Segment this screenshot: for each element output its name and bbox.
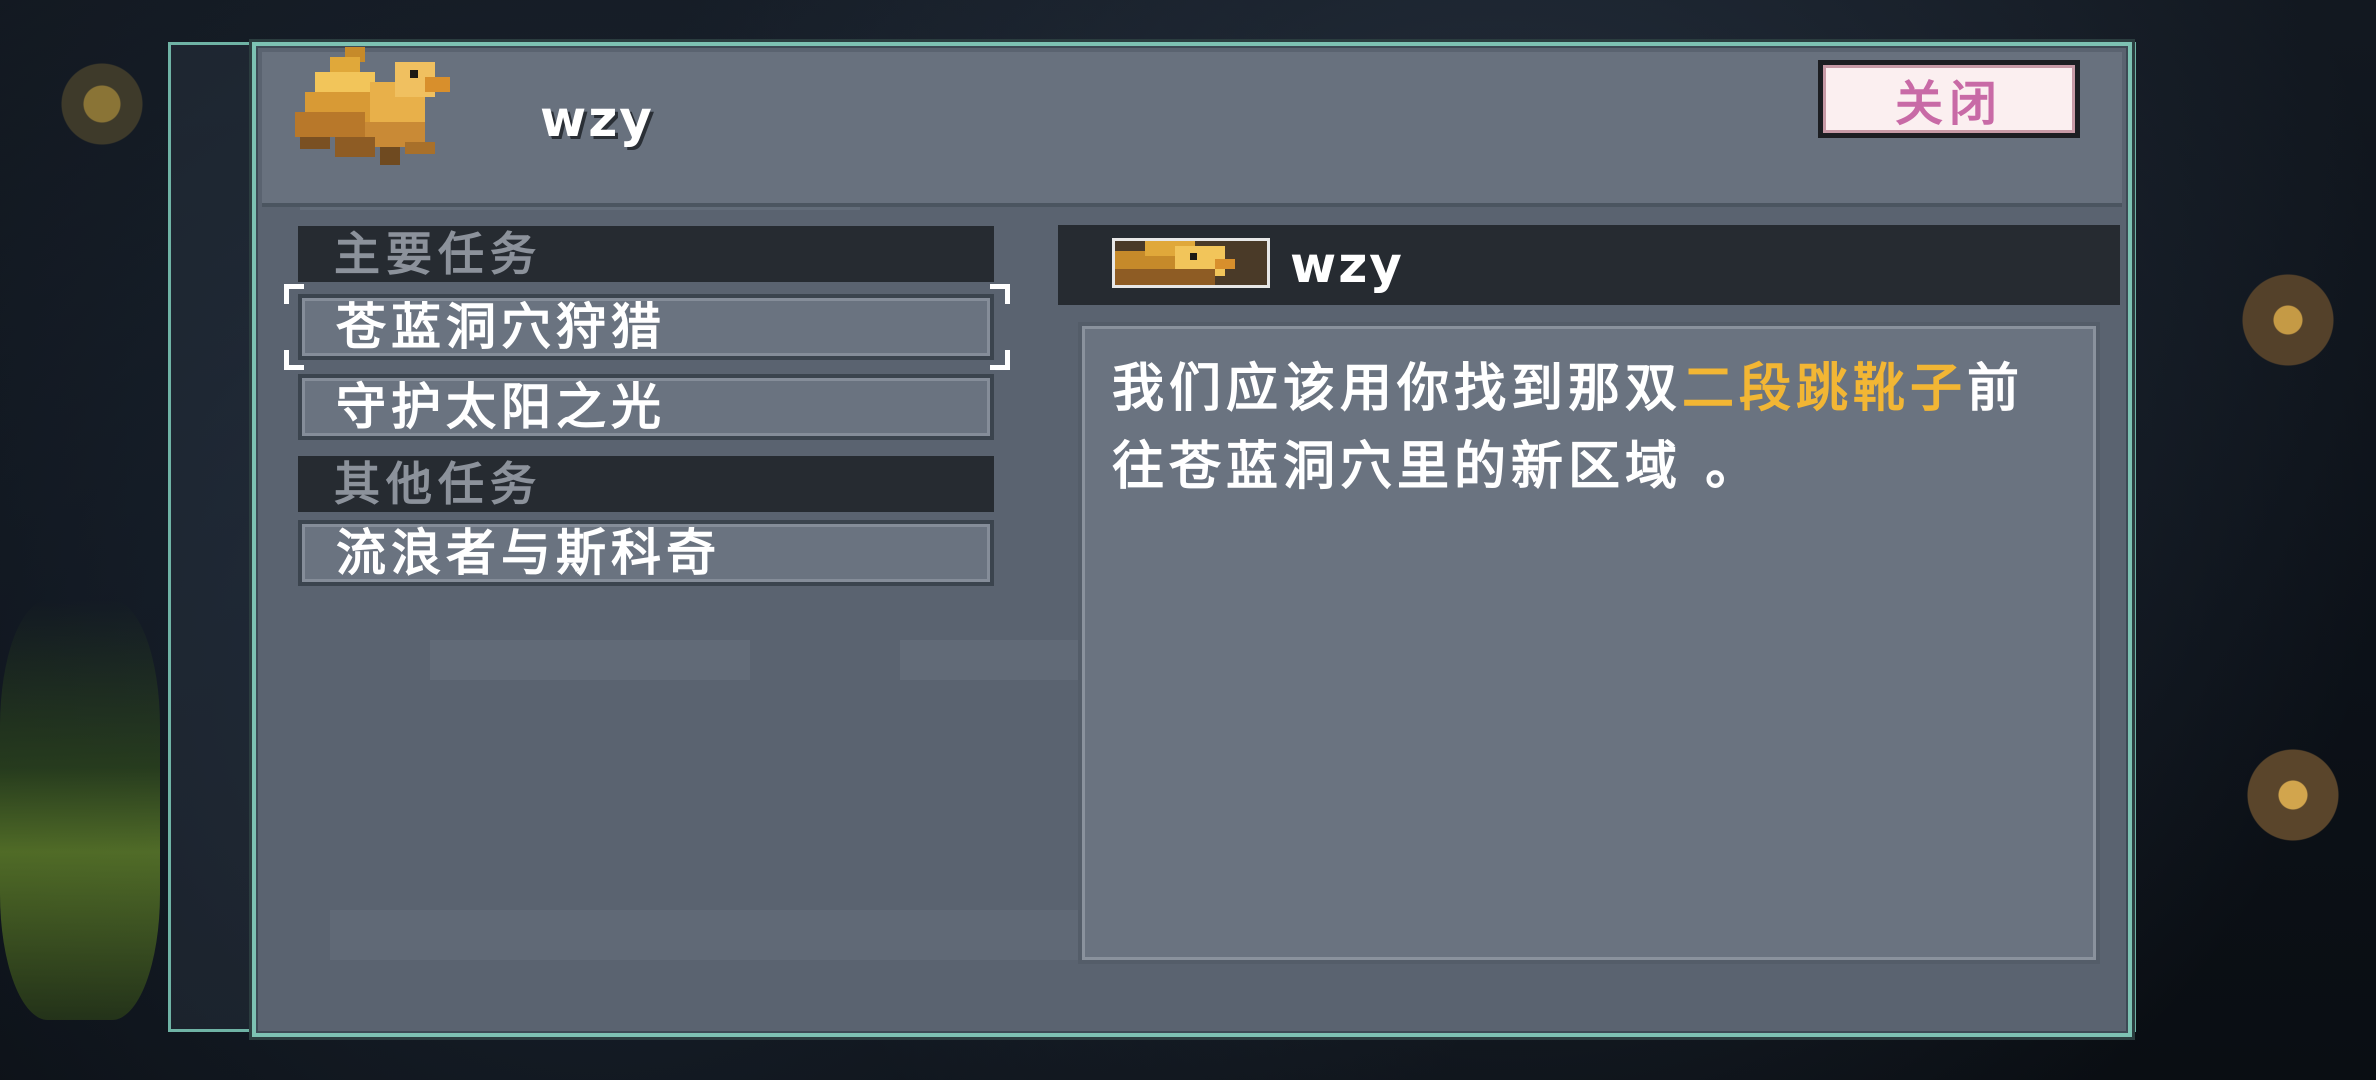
game-scene: wzy 关闭 主要任务 苍蓝洞穴狩猎 守护太阳之光 其他任务 流浪者与斯科奇 w… [0,0,2376,1080]
quest-description: 我们应该用你找到那双二段跳靴子前往苍蓝洞穴里的新区域 。 [1112,350,2072,506]
main-quests-header: 主要任务 [298,226,994,282]
selection-corner [284,350,304,370]
rock-decoration [2210,720,2376,870]
detail-npc-name: wzy [1290,236,1404,294]
ghost-bar [430,640,750,680]
griffin-portrait-icon [1112,238,1270,288]
griffin-avatar-icon [295,47,450,165]
rock-decoration [2200,240,2376,400]
close-button[interactable]: 关闭 [1818,60,2080,138]
foliage-decoration [0,600,160,1020]
selection-corner [990,350,1010,370]
player-name: wzy [540,90,654,148]
rock-decoration [0,0,170,260]
selection-corner [284,284,304,304]
description-text: 我们应该用你找到那双 [1112,359,1683,419]
selection-corner [990,284,1010,304]
close-button-label: 关闭 [1823,65,2075,133]
other-quests-header: 其他任务 [298,456,994,512]
quest-item-selected[interactable]: 苍蓝洞穴狩猎 [298,294,994,360]
quest-item[interactable]: 守护太阳之光 [298,374,994,440]
quest-item[interactable]: 流浪者与斯科奇 [298,520,994,586]
description-highlight: 二段跳靴子 [1682,359,1968,419]
